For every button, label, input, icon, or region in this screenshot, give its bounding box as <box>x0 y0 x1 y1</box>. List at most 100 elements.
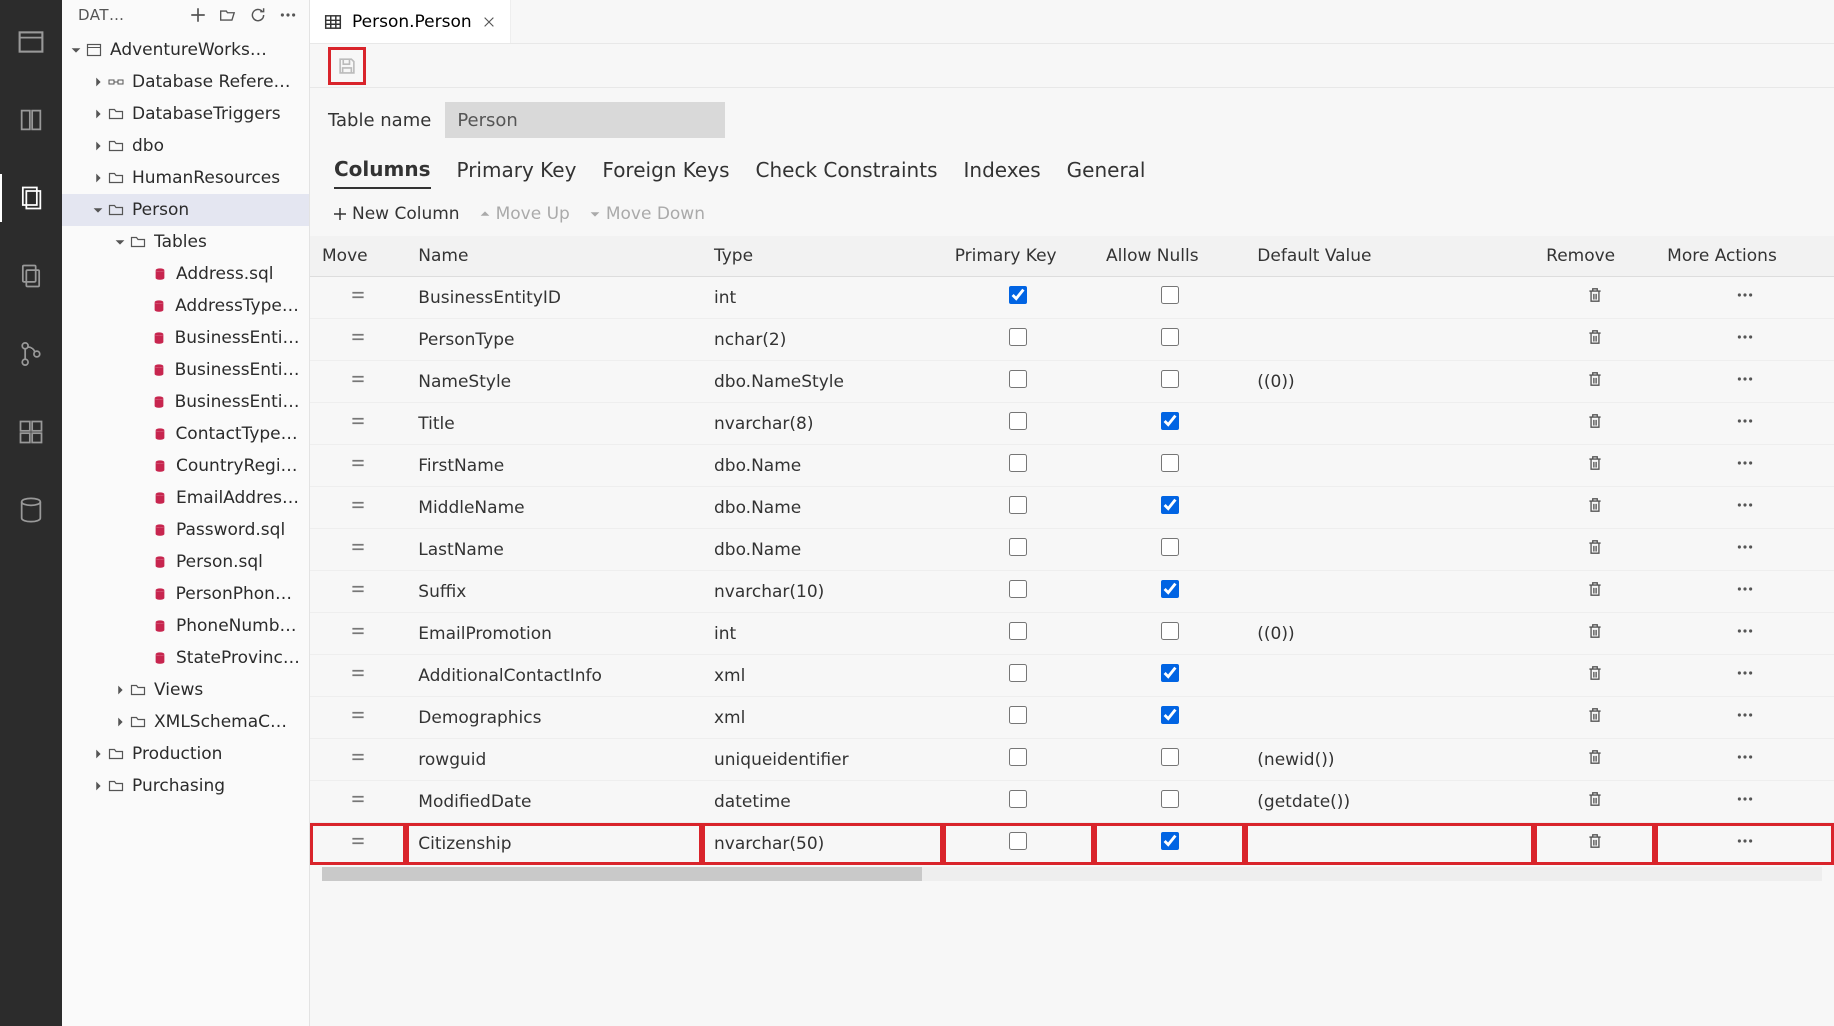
activity-database[interactable] <box>0 486 62 534</box>
table-row[interactable]: PersonTypenchar(2) <box>310 319 1834 361</box>
primary-key-checkbox[interactable] <box>1009 328 1027 346</box>
primary-key-checkbox[interactable] <box>1009 790 1027 808</box>
col-header-type[interactable]: Type <box>702 236 943 277</box>
col-header-nulls[interactable]: Allow Nulls <box>1094 236 1245 277</box>
default-value[interactable] <box>1245 277 1534 319</box>
col-name[interactable]: rowguid <box>406 739 702 781</box>
default-value[interactable]: ((0)) <box>1245 613 1534 655</box>
col-name[interactable]: NameStyle <box>406 361 702 403</box>
default-value[interactable] <box>1245 403 1534 445</box>
delete-icon[interactable] <box>1546 370 1643 388</box>
col-name[interactable]: FirstName <box>406 445 702 487</box>
more-actions-icon[interactable] <box>1667 832 1822 850</box>
delete-icon[interactable] <box>1546 706 1643 724</box>
primary-key-checkbox[interactable] <box>1009 832 1027 850</box>
tree-item[interactable]: PersonPhone… <box>62 578 309 610</box>
tree-root[interactable]: AdventureWorks… <box>62 34 309 66</box>
default-value[interactable]: (newid()) <box>1245 739 1534 781</box>
allow-nulls-checkbox[interactable] <box>1161 538 1179 556</box>
more-actions-icon[interactable] <box>1667 412 1822 430</box>
designer-tab-indexes[interactable]: Indexes <box>964 158 1041 188</box>
new-column-button[interactable]: New Column <box>332 204 460 224</box>
tree-item[interactable]: DatabaseTriggers <box>62 98 309 130</box>
col-type[interactable]: nchar(2) <box>702 319 943 361</box>
table-row[interactable]: Demographicsxml <box>310 697 1834 739</box>
col-type[interactable]: datetime <box>702 781 943 823</box>
table-row[interactable]: NameStyledbo.NameStyle ((0)) <box>310 361 1834 403</box>
drag-handle-icon[interactable] <box>349 580 367 598</box>
col-name[interactable]: EmailPromotion <box>406 613 702 655</box>
col-type[interactable]: int <box>702 277 943 319</box>
col-type[interactable]: int <box>702 613 943 655</box>
primary-key-checkbox[interactable] <box>1009 664 1027 682</box>
move-down-button[interactable]: Move Down <box>588 204 705 224</box>
col-type[interactable]: xml <box>702 655 943 697</box>
col-type[interactable]: nvarchar(8) <box>702 403 943 445</box>
primary-key-checkbox[interactable] <box>1009 454 1027 472</box>
col-type[interactable]: xml <box>702 697 943 739</box>
tree-item[interactable]: StateProvinc… <box>62 642 309 674</box>
tree-item[interactable]: ContactType.… <box>62 418 309 450</box>
default-value[interactable] <box>1245 697 1534 739</box>
primary-key-checkbox[interactable] <box>1009 286 1027 304</box>
drag-handle-icon[interactable] <box>349 496 367 514</box>
drag-handle-icon[interactable] <box>349 748 367 766</box>
col-name[interactable]: Citizenship <box>406 823 702 865</box>
more-actions-icon[interactable] <box>1667 622 1822 640</box>
more-actions-icon[interactable] <box>1667 790 1822 808</box>
primary-key-checkbox[interactable] <box>1009 370 1027 388</box>
tree-item[interactable]: Person <box>62 194 309 226</box>
drag-handle-icon[interactable] <box>349 622 367 640</box>
allow-nulls-checkbox[interactable] <box>1161 706 1179 724</box>
tree-item[interactable]: AddressType.… <box>62 290 309 322</box>
activity-explorer[interactable] <box>0 18 62 66</box>
delete-icon[interactable] <box>1546 748 1643 766</box>
delete-icon[interactable] <box>1546 454 1643 472</box>
col-name[interactable]: Demographics <box>406 697 702 739</box>
activity-notebook[interactable] <box>0 96 62 144</box>
save-button[interactable] <box>334 53 360 79</box>
new-icon[interactable] <box>189 6 207 24</box>
more-actions-icon[interactable] <box>1667 706 1822 724</box>
allow-nulls-checkbox[interactable] <box>1161 580 1179 598</box>
activity-copy[interactable] <box>0 252 62 300</box>
tree-item[interactable]: Address.sql <box>62 258 309 290</box>
primary-key-checkbox[interactable] <box>1009 496 1027 514</box>
default-value[interactable]: ((0)) <box>1245 361 1534 403</box>
col-type[interactable]: nvarchar(50) <box>702 823 943 865</box>
col-type[interactable]: dbo.Name <box>702 445 943 487</box>
col-name[interactable]: PersonType <box>406 319 702 361</box>
col-header-def[interactable]: Default Value <box>1245 236 1534 277</box>
activity-source-control[interactable] <box>0 330 62 378</box>
tree-item[interactable]: Views <box>62 674 309 706</box>
table-name-input[interactable] <box>445 102 725 138</box>
table-row[interactable]: Titlenvarchar(8) <box>310 403 1834 445</box>
delete-icon[interactable] <box>1546 790 1643 808</box>
allow-nulls-checkbox[interactable] <box>1161 370 1179 388</box>
activity-extensions[interactable] <box>0 408 62 456</box>
tree-item[interactable]: Database Refere… <box>62 66 309 98</box>
drag-handle-icon[interactable] <box>349 454 367 472</box>
delete-icon[interactable] <box>1546 538 1643 556</box>
tree-item[interactable]: Tables <box>62 226 309 258</box>
delete-icon[interactable] <box>1546 496 1643 514</box>
drag-handle-icon[interactable] <box>349 706 367 724</box>
table-row[interactable]: BusinessEntityIDint <box>310 277 1834 319</box>
col-name[interactable]: ModifiedDate <box>406 781 702 823</box>
col-header-remove[interactable]: Remove <box>1534 236 1655 277</box>
default-value[interactable] <box>1245 571 1534 613</box>
default-value[interactable] <box>1245 319 1534 361</box>
col-type[interactable]: dbo.NameStyle <box>702 361 943 403</box>
default-value[interactable] <box>1245 487 1534 529</box>
col-header-more[interactable]: More Actions <box>1655 236 1834 277</box>
more-actions-icon[interactable] <box>1667 538 1822 556</box>
activity-files[interactable] <box>0 174 62 222</box>
tree-item[interactable]: dbo <box>62 130 309 162</box>
default-value[interactable] <box>1245 445 1534 487</box>
tree-item[interactable]: PhoneNumb… <box>62 610 309 642</box>
primary-key-checkbox[interactable] <box>1009 622 1027 640</box>
tree-item[interactable]: BusinessEntit… <box>62 322 309 354</box>
default-value[interactable] <box>1245 529 1534 571</box>
designer-tab-check-constraints[interactable]: Check Constraints <box>756 158 938 188</box>
more-actions-icon[interactable] <box>1667 454 1822 472</box>
